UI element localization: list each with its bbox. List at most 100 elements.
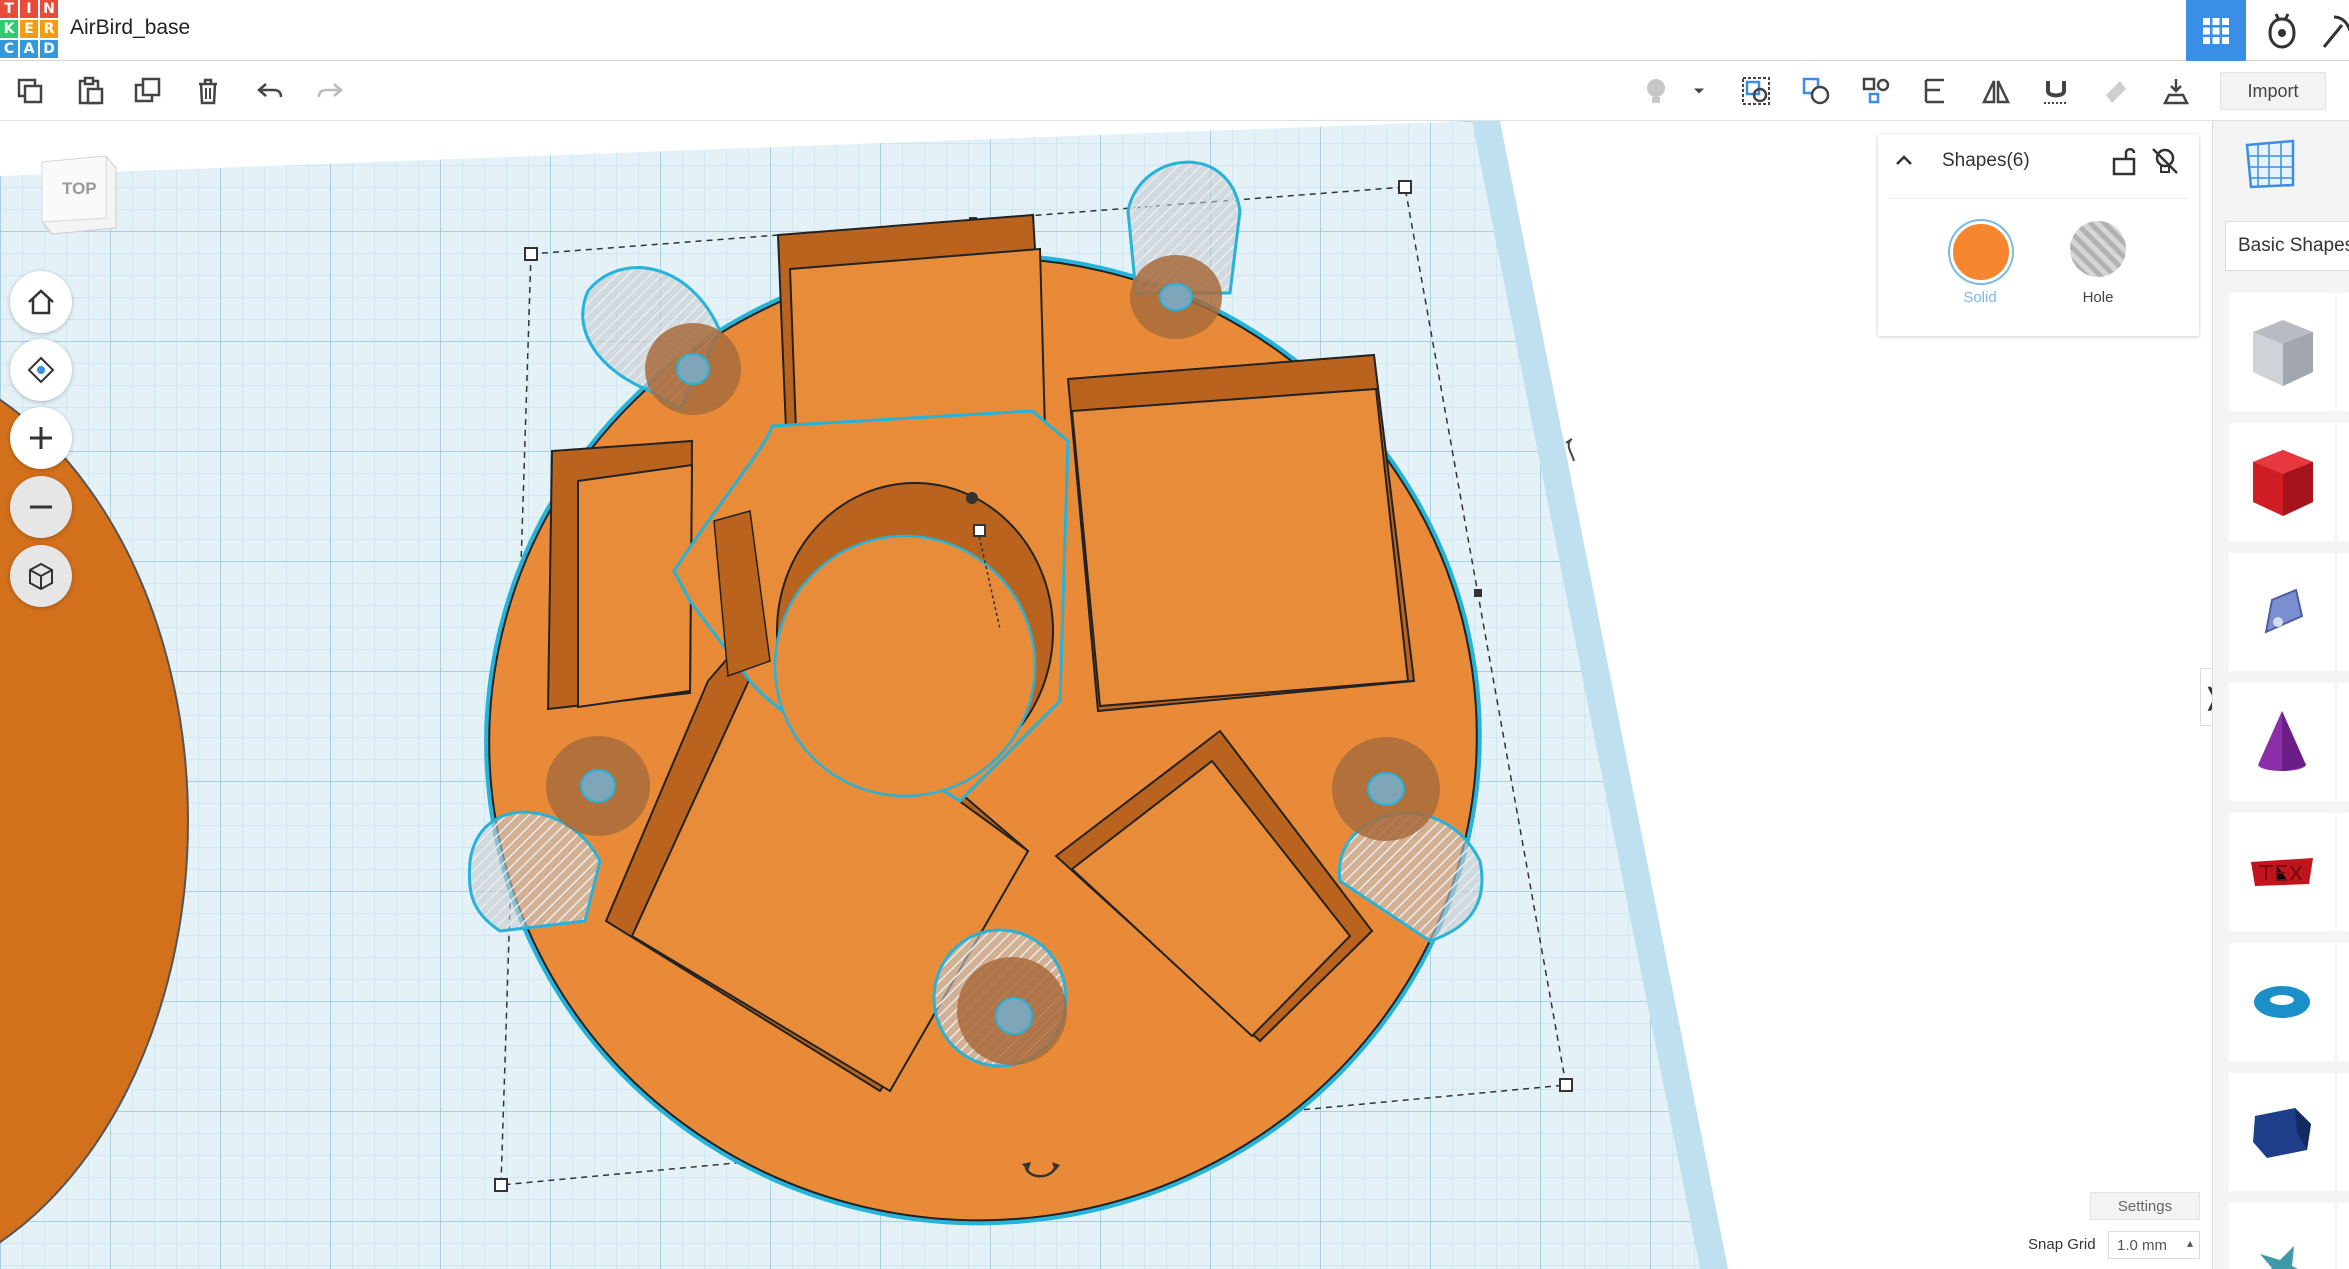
top-bar: TIN KER CAD AirBird_base [0,0,2349,61]
undo-icon [257,83,283,98]
perspective-button[interactable] [10,545,72,607]
shape-torus[interactable] [2229,943,2335,1061]
duplicate-icon [134,77,161,103]
fit-view-button[interactable] [10,339,72,401]
delete-button[interactable] [186,69,230,113]
group-button[interactable] [1734,69,1778,113]
shape-category-select[interactable]: Basic Shapes [2225,221,2349,271]
cruise-button[interactable] [2094,69,2138,113]
group-icon [1742,77,1770,105]
flip-icon [1924,78,1944,104]
redo-button[interactable] [308,69,352,113]
logo-letter: T [0,0,18,18]
shape-polygon[interactable] [2229,1073,2335,1191]
copy-button[interactable] [8,69,52,113]
lock-icon[interactable] [2108,144,2140,178]
home-icon [28,289,54,315]
ungroup-icon [1802,77,1830,105]
collapse-chevron-icon[interactable] [1892,148,1916,172]
home-view-button[interactable] [10,271,72,333]
notes-dropdown[interactable] [1684,69,1714,113]
box-icon [2253,450,2313,516]
zoom-out-icon [30,505,52,509]
blocks-icon [2268,12,2296,49]
delete-icon [199,78,217,105]
solid-label: Solid [1963,289,1997,306]
star-icon [2260,1246,2298,1269]
paste-icon [78,76,104,105]
cone-icon [2258,711,2306,771]
align-button[interactable] [1854,69,1898,113]
rotation-pivot[interactable] [966,492,978,504]
drop-button[interactable] [2154,69,2198,113]
perspective-icon [29,562,53,591]
shapes-panel: Basic Shapes [2212,121,2349,1269]
torus-icon [2254,986,2310,1018]
hide-light-icon[interactable] [2148,144,2182,178]
workplane-icon [2245,139,2295,189]
shape-inspector: Shapes(6) Solid Hole [1878,134,2199,336]
snap-grid-label: Snap Grid [2028,1236,2096,1253]
solid-swatch[interactable] [1950,221,2012,283]
resize-handle[interactable] [1398,180,1412,194]
zoom-in-icon [30,427,52,449]
magnet-icon [2044,81,2068,104]
snap-grid-select[interactable]: 1.0 mm [2108,1231,2200,1259]
box-hole-icon [2253,320,2313,386]
scribble-icon [2264,588,2304,634]
notes-button[interactable] [1634,69,1678,113]
grid-view-icon [2203,17,2229,44]
drop-icon [2162,79,2190,105]
undo-button[interactable] [248,69,292,113]
light-bulb-icon [1647,79,1665,103]
logo-letter: C [0,40,18,58]
logo-letter: K [0,20,18,38]
resize-handle[interactable] [494,1178,508,1192]
import-button[interactable]: Import [2220,72,2326,110]
logo-letter: A [20,40,38,58]
zoom-in-button[interactable] [10,407,72,469]
resize-handle[interactable] [524,247,538,261]
mirror-button[interactable] [1974,69,2018,113]
blocks-button[interactable] [2252,0,2312,61]
mirror-icon [1982,80,2010,104]
shape-box-hole[interactable] [2229,293,2335,411]
shape-star[interactable] [2229,1203,2335,1269]
magnet-button[interactable] [2034,69,2078,113]
hole-swatch[interactable] [2070,221,2126,277]
document-title[interactable]: AirBird_base [70,16,190,40]
inspector-title: Shapes(6) [1942,150,2030,171]
toolbar: Import [0,61,2349,121]
copy-icon [17,78,43,104]
align-icon [1862,77,1890,104]
paste-button[interactable] [68,69,112,113]
dropdown-icon [1694,88,1704,94]
polygon-icon [2253,1108,2311,1158]
resize-handle[interactable] [1559,1078,1573,1092]
height-handle[interactable] [973,524,986,537]
cursor-icon [1565,438,1575,462]
shape-scribble[interactable] [2229,553,2335,671]
tinkercad-logo[interactable]: TIN KER CAD [0,0,58,58]
shape-box[interactable] [2229,423,2335,541]
settings-button[interactable]: Settings [2090,1192,2200,1220]
logo-letter: N [40,0,58,18]
ungroup-button[interactable] [1794,69,1838,113]
edge-handle[interactable] [1474,589,1482,597]
codeblocks-button[interactable] [2316,0,2349,61]
view-cube[interactable]: TOP [36,148,122,238]
workplane-tool[interactable] [2243,137,2297,196]
solid-hole-selector: Solid Hole [1888,198,2188,327]
logo-letter: I [20,0,38,18]
shape-cone[interactable] [2229,683,2335,801]
duplicate-button[interactable] [126,69,170,113]
redo-icon [317,83,343,98]
shape-text[interactable] [2229,813,2335,931]
grid-view-button[interactable] [2186,0,2246,61]
hole-label: Hole [2082,289,2114,306]
cruise-icon [2106,81,2126,103]
flip-button[interactable] [1914,69,1958,113]
pickaxe-icon [2322,15,2349,48]
zoom-out-button[interactable] [10,476,72,538]
mount-post[interactable] [932,928,1068,1068]
